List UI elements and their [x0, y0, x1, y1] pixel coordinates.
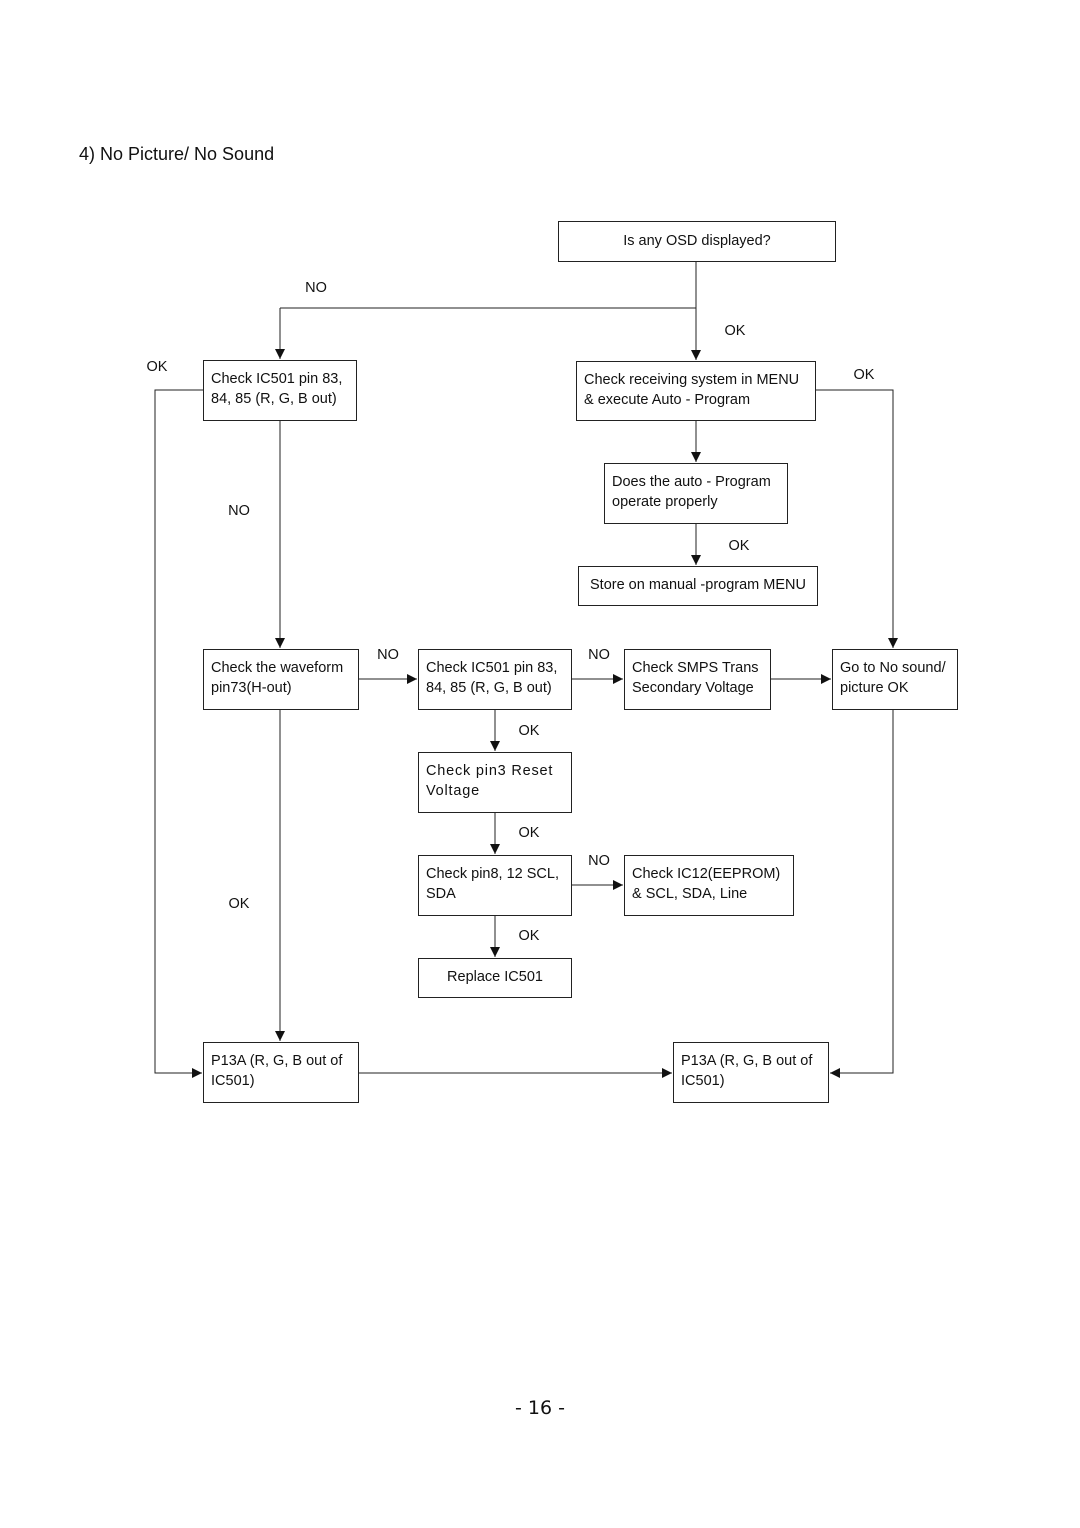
page: 4) No Picture/ No Sound Is any OSD displ…: [0, 0, 1080, 1528]
edge-ic501a-ok: [154, 389, 203, 1078]
edge-receiving-ok: [816, 389, 898, 648]
page-number: - 16 -: [515, 1397, 565, 1419]
node-waveform: Check the waveform pin73(H-out): [203, 649, 359, 710]
node-replace: Replace IC501: [418, 958, 572, 998]
label-ic501a-no: NO: [228, 503, 250, 519]
node-ic501-a: Check IC501 pin 83, 84, 85 (R, G, B out): [203, 360, 357, 421]
node-p13a-right: P13A (R, G, B out of IC501): [673, 1042, 829, 1103]
node-pin8: Check pin8, 12 SCL, SDA: [418, 855, 572, 916]
node-smps: Check SMPS Trans Secondary Voltage: [624, 649, 771, 710]
node-ic12: Check IC12(EEPROM) & SCL, SDA, Line: [624, 855, 794, 916]
node-auto-program: Does the auto - Program operate properly: [604, 463, 788, 524]
node-p13a-left: P13A (R, G, B out of IC501): [203, 1042, 359, 1103]
label-ic501a-ok: OK: [146, 359, 168, 375]
label-ic501b-ok: OK: [518, 723, 540, 739]
label-pin8-ok: OK: [518, 928, 540, 944]
label-waveform-no: NO: [377, 647, 399, 663]
node-pin3: Check pin3 Reset Voltage: [418, 752, 572, 813]
label-auto-ok: OK: [728, 538, 750, 554]
label-osd-ok: OK: [724, 323, 746, 339]
node-receiving: Check receiving system in MENU & execute…: [576, 361, 816, 421]
edge-goto-p13a: [830, 710, 894, 1078]
label-pin3-ok: OK: [518, 825, 540, 841]
label-pin8-no: NO: [588, 853, 610, 869]
label-osd-no: NO: [305, 280, 327, 296]
node-ic501-b: Check IC501 pin 83, 84, 85 (R, G, B out): [418, 649, 572, 710]
node-store: Store on manual -program MENU: [578, 566, 818, 606]
edge-osd-split: [280, 262, 697, 309]
node-goto: Go to No sound/ picture OK: [832, 649, 958, 710]
node-osd: Is any OSD displayed?: [558, 221, 836, 262]
label-ic501b-no: NO: [588, 647, 610, 663]
label-receiving-ok: OK: [853, 367, 875, 383]
label-waveform-ok: OK: [228, 896, 250, 912]
